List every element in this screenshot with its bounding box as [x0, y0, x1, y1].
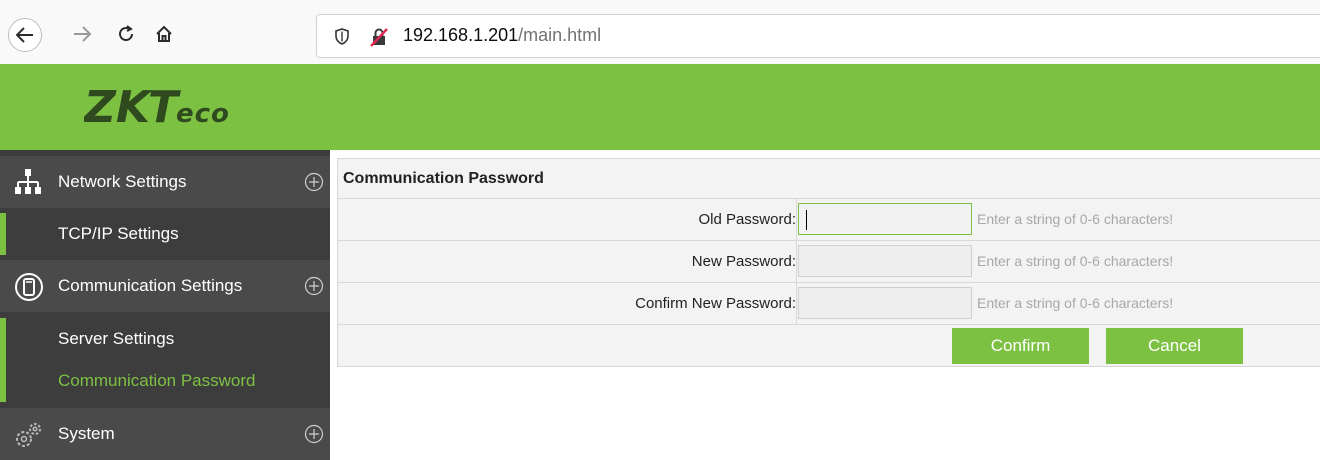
new-password-input[interactable] [798, 245, 972, 277]
text-cursor [806, 210, 807, 230]
sidebar-item-tcpip-settings[interactable]: TCP/IP Settings [0, 213, 330, 255]
communication-password-panel: Communication Password Old Password: Ent… [337, 158, 1320, 367]
confirm-password-input[interactable] [798, 287, 972, 319]
panel-title: Communication Password [343, 170, 544, 187]
expand-plus-icon[interactable] [304, 276, 324, 296]
home-icon [156, 25, 172, 42]
svg-text:eco: eco [176, 99, 230, 129]
url-text: 192.168.1.201/main.html [403, 25, 601, 46]
sidebar-item-label: Server Settings [58, 329, 175, 348]
sidebar-item-label: TCP/IP Settings [58, 224, 179, 243]
back-button[interactable] [8, 18, 42, 52]
sidebar-item-server-settings[interactable]: Server Settings [0, 318, 330, 360]
sidebar: Network Settings TCP/IP Settings Communi… [0, 150, 330, 460]
old-password-label: Old Password: [698, 211, 796, 228]
zkteco-logo: ZK T eco [84, 82, 230, 130]
button-row: Confirm Cancel [338, 324, 1320, 367]
confirm-password-label: Confirm New Password: [635, 295, 796, 312]
gears-icon [16, 423, 41, 447]
address-bar[interactable]: 192.168.1.201/main.html [316, 14, 1320, 58]
sidebar-section-network[interactable]: Network Settings [0, 156, 330, 208]
reload-icon [119, 25, 133, 41]
confirm-password-hint: Enter a string of 0-6 characters! [977, 295, 1174, 311]
cancel-button[interactable]: Cancel [1106, 328, 1243, 364]
sidebar-section-system[interactable]: System [0, 408, 330, 460]
sidebar-section-label: Network Settings [58, 172, 187, 191]
confirm-password-row: Confirm New Password: Enter a string of … [338, 282, 1320, 324]
forward-arrow-icon [74, 26, 91, 42]
sidebar-item-communication-password[interactable]: Communication Password [0, 360, 330, 402]
sidebar-item-label: Communication Password [58, 371, 256, 390]
new-password-hint: Enter a string of 0-6 characters! [977, 253, 1174, 269]
home-button[interactable] [148, 18, 180, 50]
network-icon [15, 169, 41, 194]
column-divider [796, 199, 797, 240]
active-indicator-bar [0, 360, 6, 402]
confirm-button[interactable]: Confirm [952, 328, 1089, 364]
active-indicator-bar [0, 318, 6, 360]
sidebar-section-label: Communication Settings [58, 276, 243, 295]
sidebar-section-communication[interactable]: Communication Settings [0, 260, 330, 312]
column-divider [796, 283, 797, 324]
back-arrow-icon [16, 27, 33, 43]
old-password-hint: Enter a string of 0-6 characters! [977, 211, 1174, 227]
expand-plus-icon[interactable] [304, 424, 324, 444]
forward-button[interactable] [66, 18, 98, 50]
old-password-input[interactable] [798, 203, 972, 235]
communication-icon [15, 273, 43, 301]
new-password-label: New Password: [691, 253, 796, 270]
app-header: ZK T eco [0, 64, 1320, 150]
url-host: 192.168.1.201 [403, 25, 519, 45]
old-password-row: Old Password: Enter a string of 0-6 char… [338, 198, 1320, 240]
column-divider [796, 241, 797, 282]
logo-text: ZK [84, 82, 153, 130]
reload-button[interactable] [110, 18, 142, 50]
new-password-row: New Password: Enter a string of 0-6 char… [338, 240, 1320, 282]
expand-plus-icon[interactable] [304, 172, 324, 192]
insecure-lock-icon[interactable] [369, 27, 389, 47]
sidebar-section-label: System [58, 424, 115, 443]
browser-toolbar: 192.168.1.201/main.html [0, 0, 1320, 64]
shield-icon[interactable] [335, 28, 349, 45]
active-indicator-bar [0, 213, 6, 255]
url-path: /main.html [518, 25, 602, 45]
